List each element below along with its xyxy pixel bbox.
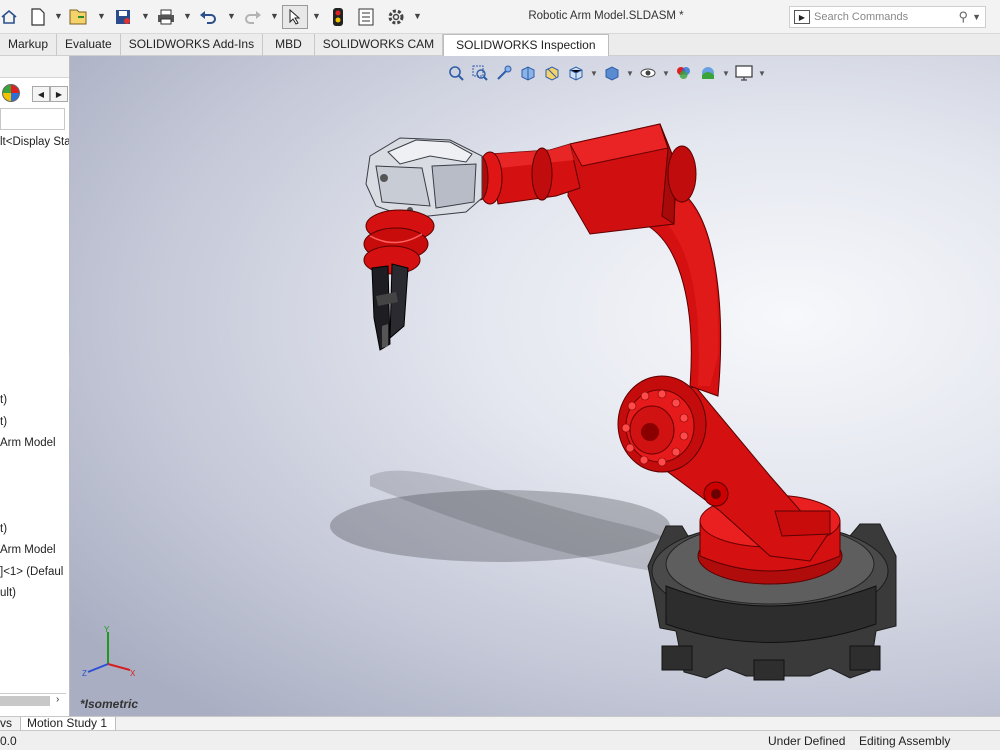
status-version: 0.0 — [0, 734, 17, 748]
tree-item[interactable]: t) — [0, 523, 7, 535]
x-axis-label: X — [130, 669, 136, 678]
scrollbar-thumb[interactable] — [0, 696, 50, 706]
elbow-joint[interactable] — [617, 375, 707, 473]
appearance-manager-icon[interactable] — [2, 84, 20, 102]
tree-item[interactable]: lt<Display Sta — [0, 136, 69, 148]
status-editing-mode: Editing Assembly — [859, 734, 951, 748]
gripper-housing[interactable] — [365, 137, 483, 219]
tree-filter-field[interactable] — [0, 108, 65, 130]
scroll-right-arrow-icon[interactable]: › — [56, 694, 59, 705]
tree-item[interactable]: Arm Model — [0, 544, 56, 556]
search-input[interactable]: Search Commands — [814, 11, 959, 23]
scroll-right-icon[interactable]: ▶ — [50, 86, 68, 102]
graphics-viewport[interactable]: ▼ ▼ ▼ ▼ ▼ Y X Z *Isometric — [70, 56, 1000, 716]
wrist-joint[interactable] — [363, 209, 435, 275]
axis-triad: Y X Z — [82, 626, 136, 678]
tab-solidworks-inspection[interactable]: SOLIDWORKS Inspection — [443, 34, 609, 56]
scroll-left-icon[interactable]: ◀ — [32, 86, 50, 102]
tab-solidworks-add-ins[interactable]: SOLIDWORKS Add-Ins — [121, 34, 264, 56]
bottom-tabs: vs Motion Study 1 — [0, 716, 1000, 731]
tree-item[interactable]: t) — [0, 416, 7, 428]
tree-item[interactable]: ]<1> (Defaul — [0, 566, 63, 578]
horizontal-scrollbar[interactable]: › — [0, 693, 66, 707]
command-manager-tabs: Markup Evaluate SOLIDWORKS Add-Ins MBD S… — [0, 34, 1000, 56]
forearm-tube[interactable] — [471, 143, 581, 205]
command-icon: ▶ — [794, 10, 810, 24]
panel-header — [0, 56, 69, 78]
panel-tab-scroller: ◀ ▶ — [32, 86, 68, 102]
search-icon[interactable]: ⚲ — [959, 9, 969, 25]
status-bar: 0.0 Under Defined Editing Assembly — [0, 730, 1000, 750]
feature-manager-panel: ◀ ▶ lt<Display Sta t) t) Arm Model t) Ar… — [0, 56, 70, 716]
y-axis-label: Y — [104, 626, 110, 634]
tree-item[interactable]: t) — [0, 394, 7, 406]
status-definition: Under Defined — [768, 734, 846, 748]
tab-mbd[interactable]: MBD — [263, 34, 315, 56]
tab-solidworks-cam[interactable]: SOLIDWORKS CAM — [315, 34, 444, 56]
view-orientation-label: *Isometric — [80, 697, 139, 711]
tree-item[interactable]: ult) — [0, 587, 16, 599]
tab-views[interactable]: vs — [0, 717, 21, 731]
tree-item[interactable]: Arm Model — [0, 437, 56, 449]
tab-motion-study-1[interactable]: Motion Study 1 — [21, 717, 117, 731]
search-dropdown-icon[interactable]: ▼ — [972, 12, 981, 22]
search-commands-box[interactable]: ▶ Search Commands ⚲ ▼ — [789, 6, 986, 28]
tab-markup[interactable]: Markup — [0, 34, 58, 56]
z-axis-label: Z — [82, 669, 87, 678]
robotic-arm-model[interactable] — [70, 56, 1000, 716]
tab-evaluate[interactable]: Evaluate — [57, 34, 121, 56]
title-bar: ▼ ▼ ▼ ▼ ▼ ▼ ▼ ▼ Robotic Arm Model.SLDASM… — [0, 0, 1000, 34]
gripper-fingers[interactable] — [371, 263, 409, 351]
